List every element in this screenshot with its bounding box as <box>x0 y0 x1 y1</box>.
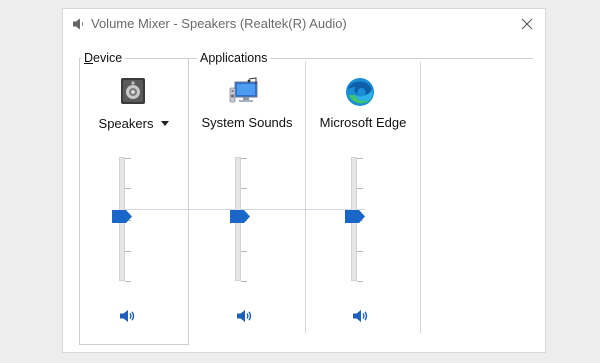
speaker-device-icon[interactable] <box>118 76 150 108</box>
slider-tick <box>357 158 363 159</box>
edge-volume-slider-thumb[interactable] <box>345 210 365 223</box>
device-name-label: Speakers <box>98 116 154 131</box>
system-sounds-volume-slider-thumb[interactable] <box>230 210 250 223</box>
close-icon <box>521 18 533 30</box>
device-volume-slider-thumb[interactable] <box>112 210 132 223</box>
volume-mixer-window: Volume Mixer - Speakers (Realtek(R) Audi… <box>62 8 546 353</box>
slider-tick <box>241 281 247 282</box>
slider-tick <box>357 281 363 282</box>
applications-section-label: Applications <box>197 51 271 65</box>
app-name-label: System Sounds <box>201 115 293 130</box>
slider-tick <box>125 188 131 189</box>
slider-tick <box>241 188 247 189</box>
speaker-title-icon <box>72 17 86 31</box>
close-button[interactable] <box>514 12 540 36</box>
speaker-volume-icon <box>120 310 135 322</box>
window-title: Volume Mixer - Speakers (Realtek(R) Audi… <box>91 16 347 31</box>
system-sounds-mute-button[interactable] <box>236 308 254 324</box>
device-section-label: Device <box>81 51 126 65</box>
slider-tick <box>125 281 131 282</box>
edge-mute-button[interactable] <box>352 308 370 324</box>
app-channel-system-sounds: System Sounds <box>189 71 305 341</box>
app-name-label: Microsoft Edge <box>319 115 407 130</box>
device-mute-button[interactable] <box>119 308 137 324</box>
slider-tick <box>357 251 363 252</box>
slider-tick <box>125 158 131 159</box>
slider-tick <box>241 251 247 252</box>
system-sounds-icon[interactable] <box>229 76 261 108</box>
title-bar: Volume Mixer - Speakers (Realtek(R) Audi… <box>63 9 545 39</box>
edge-icon[interactable] <box>344 76 376 108</box>
app-channel-microsoft-edge: Microsoft Edge <box>305 71 421 341</box>
speaker-volume-icon <box>353 310 368 322</box>
slider-tick <box>241 158 247 159</box>
slider-tick <box>357 188 363 189</box>
speaker-volume-icon <box>237 310 252 322</box>
device-selector-dropdown[interactable]: Speakers <box>79 115 189 133</box>
chevron-down-icon <box>161 121 170 127</box>
device-channel-speakers: Speakers <box>79 71 189 341</box>
slider-tick <box>125 251 131 252</box>
